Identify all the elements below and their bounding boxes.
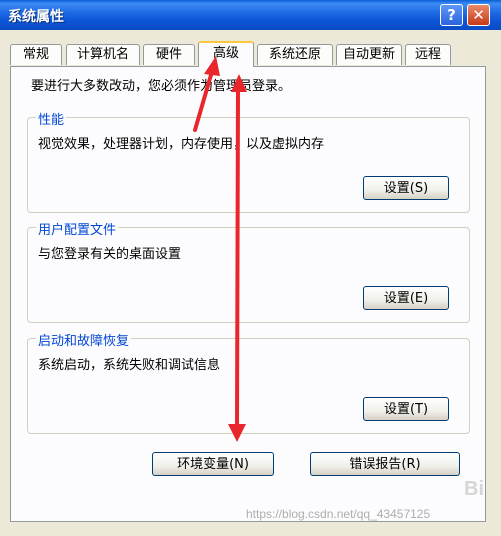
startup-recovery-group: 启动和故障恢复 系统启动，系统失败和调试信息 设置(T) — [27, 330, 470, 434]
system-properties-window: 系统属性 ? ✕ 常规 计算机名 硬件 高级 系统还原 自动更新 远程 要进行大… — [0, 0, 501, 536]
performance-settings-button[interactable]: 设置(S) — [363, 176, 449, 200]
startup-recovery-description: 系统启动，系统失败和调试信息 — [38, 358, 221, 373]
startup-recovery-title: 启动和故障恢复 — [36, 330, 132, 349]
tab-automatic-updates[interactable]: 自动更新 — [336, 44, 402, 65]
startup-recovery-settings-button[interactable]: 设置(T) — [363, 397, 449, 421]
tab-general[interactable]: 常规 — [10, 44, 62, 65]
title-bar[interactable]: 系统属性 ? ✕ — [0, 0, 501, 30]
performance-description: 视觉效果，处理器计划，内存使用，以及虚拟内存 — [38, 137, 325, 152]
advanced-panel: 要进行大多数改动，您必须作为管理员登录。 性能 视觉效果，处理器计划，内存使用，… — [10, 66, 486, 522]
environment-variables-button[interactable]: 环境变量(N) — [152, 452, 274, 476]
tab-system-restore[interactable]: 系统还原 — [257, 44, 333, 65]
tab-remote[interactable]: 远程 — [405, 44, 451, 65]
user-profiles-description: 与您登录有关的桌面设置 — [38, 247, 182, 262]
tab-advanced[interactable]: 高级 — [198, 41, 254, 67]
user-profiles-settings-button[interactable]: 设置(E) — [363, 286, 449, 310]
error-reporting-button[interactable]: 错误报告(R) — [310, 452, 460, 476]
tab-hardware[interactable]: 硬件 — [143, 44, 195, 65]
admin-notice: 要进行大多数改动，您必须作为管理员登录。 — [31, 79, 292, 94]
watermark-logo: Bi — [464, 478, 484, 500]
tab-computer-name[interactable]: 计算机名 — [66, 44, 140, 65]
performance-group: 性能 视觉效果，处理器计划，内存使用，以及虚拟内存 设置(S) — [27, 109, 470, 213]
watermark-url: https://blog.csdn.net/qq_43457125 — [246, 507, 431, 521]
user-profiles-title: 用户配置文件 — [36, 219, 119, 238]
performance-title: 性能 — [36, 109, 67, 128]
user-profiles-group: 用户配置文件 与您登录有关的桌面设置 设置(E) — [27, 219, 470, 323]
help-button[interactable]: ? — [440, 4, 463, 26]
close-button[interactable]: ✕ — [467, 4, 490, 26]
window-title: 系统属性 — [8, 9, 64, 25]
